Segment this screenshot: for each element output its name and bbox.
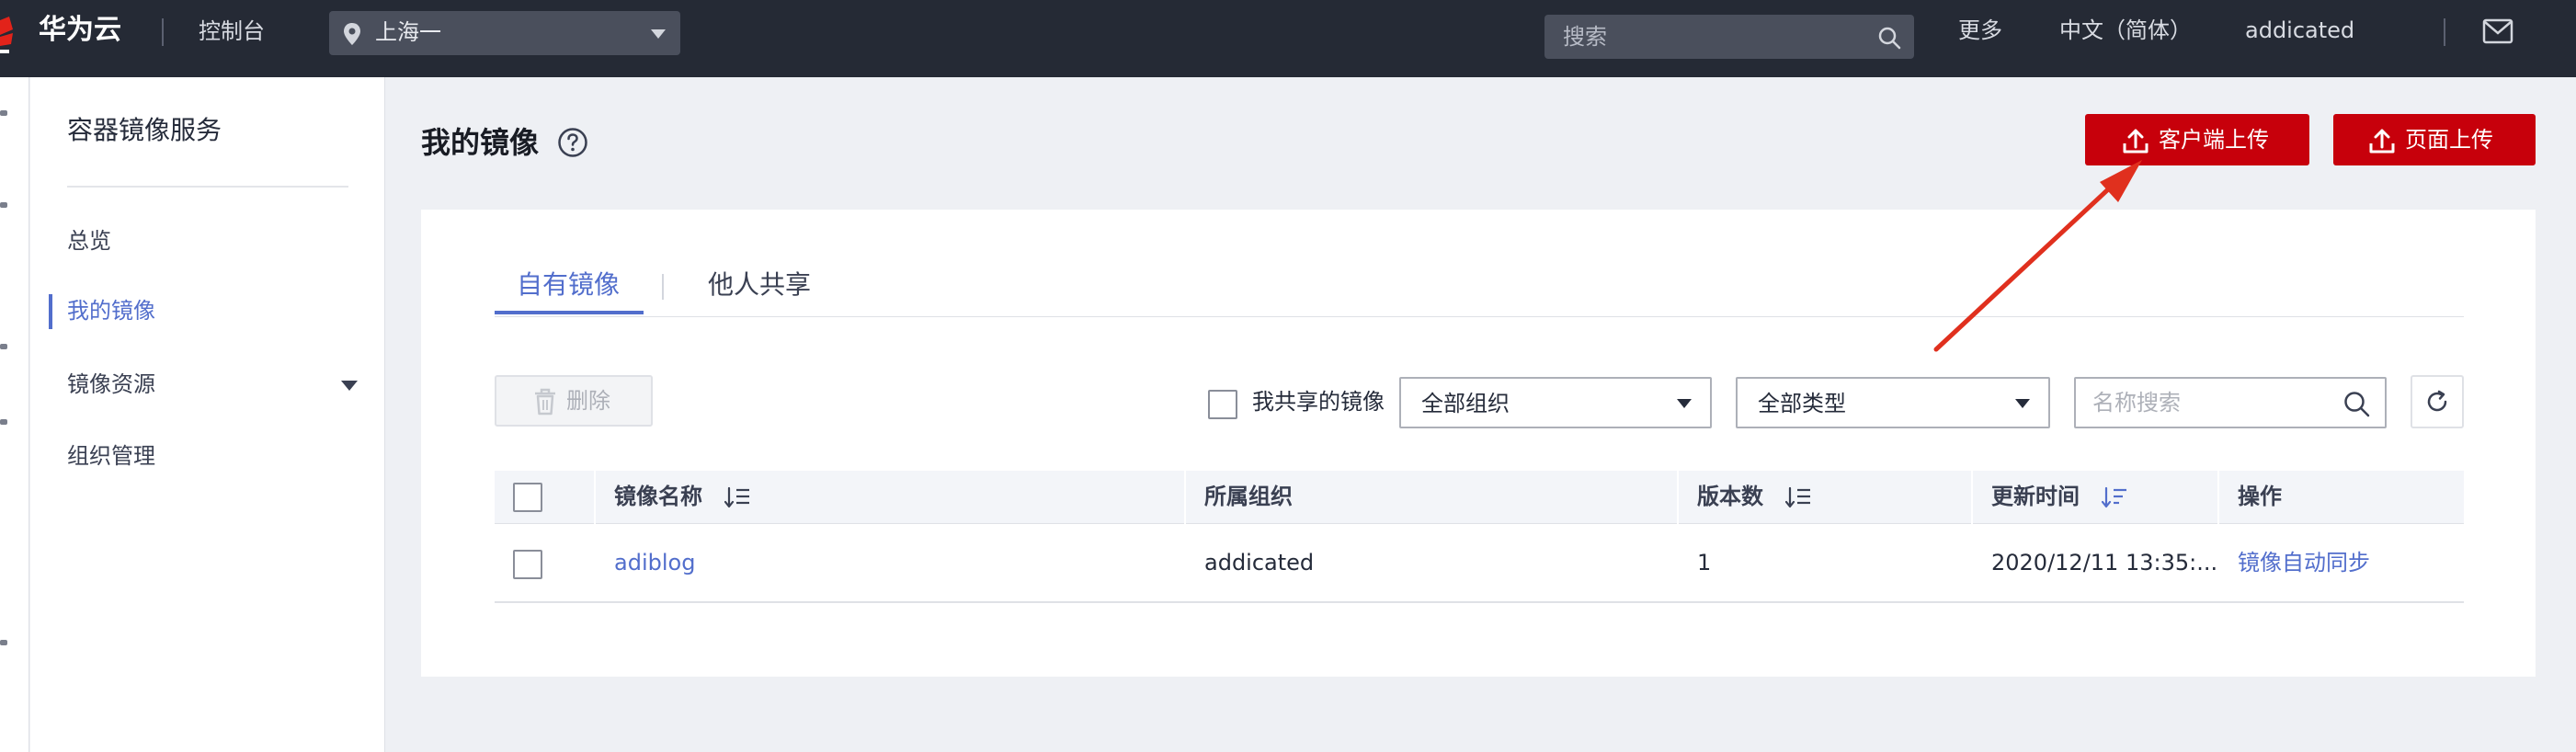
type-filter-value: 全部类型 [1758,391,1846,416]
mail-icon[interactable] [2482,18,2513,44]
sidebar: 容器镜像服务 总览 我的镜像 镜像资源 组织管理 [30,77,385,752]
organization-filter-value: 全部组织 [1421,391,1510,416]
table-row: adiblog addicated 1 2020/12/11 13:35:...… [495,524,2464,603]
tab-baseline [495,316,2464,317]
column-header-organization: 所属组织 [1204,484,1293,509]
web-upload-label: 页面上传 [2405,127,2493,153]
column-divider [1677,471,1679,524]
sidebar-title: 容器镜像服务 [67,115,222,145]
search-icon[interactable] [1877,26,1901,50]
caret-down-icon[interactable] [341,381,358,391]
trash-icon [535,388,555,416]
global-search-box[interactable] [1544,15,1914,59]
caret-down-icon [2015,399,2030,408]
topbar-divider [162,18,164,46]
image-organization: addicated [1204,550,1315,575]
refresh-button[interactable] [2411,375,2464,428]
active-indicator [49,294,52,329]
tab-shared-by-others[interactable]: 他人共享 [708,267,811,303]
annotation-arrow-icon [1933,160,2142,352]
more-menu-link[interactable]: 更多 [1958,15,2002,46]
sidebar-item-org-management[interactable]: 组织管理 [67,439,155,473]
location-pin-icon [344,23,360,45]
name-search-box[interactable] [2074,377,2387,428]
service-icon[interactable] [0,640,7,645]
help-icon[interactable] [557,127,588,158]
search-icon[interactable] [2342,390,2370,417]
collapsed-service-strip [0,77,29,752]
my-shared-checkbox[interactable] [1208,390,1237,419]
sort-icon[interactable] [724,485,750,509]
sidebar-item-overview[interactable]: 总览 [67,224,111,257]
organization-filter-select[interactable]: 全部组织 [1399,377,1712,428]
active-tab-underline [495,311,644,314]
refresh-icon [2427,390,2447,412]
service-icon[interactable] [0,419,7,425]
image-name-link[interactable]: adiblog [614,544,695,581]
auto-sync-action-link[interactable]: 镜像自动同步 [2238,544,2370,581]
top-navigation-bar: 华为云 控制台 上海一 更多 中文（简体） addicated [0,0,2576,77]
sidebar-item-image-resources[interactable]: 镜像资源 [67,368,155,401]
service-icon[interactable] [0,344,7,349]
name-search-input[interactable] [2076,379,2333,427]
huawei-logo-icon[interactable] [0,17,15,57]
delete-label: 删除 [566,388,610,414]
page-title: 我的镜像 [421,125,540,160]
column-divider [1184,471,1186,524]
sidebar-divider [67,186,348,188]
upload-icon [2369,129,2395,154]
column-header-version-count: 版本数 [1697,484,1763,509]
tab-own-images[interactable]: 自有镜像 [517,267,620,303]
menu-icon[interactable] [0,110,7,116]
column-divider [1971,471,1973,524]
column-header-actions: 操作 [2238,484,2282,509]
upload-icon [2123,129,2149,154]
global-search-input[interactable] [1544,15,1857,59]
delete-button[interactable]: 删除 [495,375,653,427]
client-upload-label: 客户端上传 [2159,127,2269,153]
column-divider [594,471,596,524]
caret-down-icon [1677,399,1692,408]
sidebar-item-my-images[interactable]: 我的镜像 [67,294,155,327]
region-selector[interactable]: 上海一 [329,11,680,55]
select-all-checkbox[interactable] [513,483,542,512]
service-icon[interactable] [0,202,7,208]
column-header-image-name: 镜像名称 [614,484,702,509]
chevron-down-icon [651,29,666,39]
my-shared-label[interactable]: 我共享的镜像 [1252,384,1385,419]
sort-descending-icon[interactable] [2102,485,2127,509]
type-filter-select[interactable]: 全部类型 [1736,377,2050,428]
image-updated-time: 2020/12/11 13:35:... [1991,550,2218,575]
column-header-updated-time: 更新时间 [1991,484,2080,509]
column-divider [2217,471,2219,524]
user-account-menu[interactable]: addicated [2245,15,2354,46]
console-link[interactable]: 控制台 [199,16,265,47]
topbar-divider [2444,18,2445,46]
sort-icon[interactable] [1785,485,1811,509]
table-header: 镜像名称 所属组织 版本数 更新时间 操作 [495,471,2464,524]
tab-divider [662,274,664,300]
region-label: 上海一 [375,19,441,45]
image-list-card: 自有镜像 他人共享 删除 我共享的镜像 全部组织 全部类型 名称搜索 镜像名称 … [421,210,2536,677]
brand-name[interactable]: 华为云 [39,15,121,46]
row-checkbox[interactable] [513,550,542,579]
language-selector[interactable]: 中文（简体） [2059,15,2192,46]
image-version-count: 1 [1697,550,1712,575]
web-upload-button[interactable]: 页面上传 [2333,114,2536,165]
